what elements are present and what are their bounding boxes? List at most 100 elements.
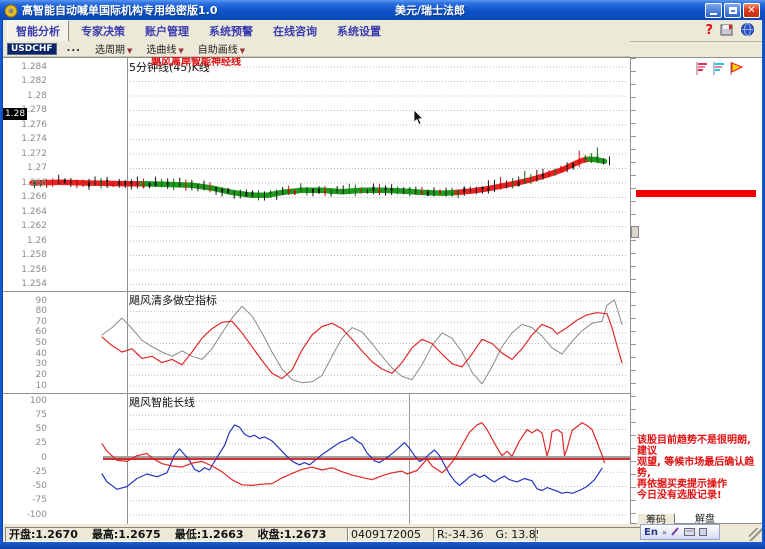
ohlc-readout: 开盘:1.2670 最高:1.2675 最低:1.2663 收盘:1.2673 — [5, 527, 349, 542]
y-axis-tick: 1.254 — [21, 279, 47, 289]
y-axis-tick: 50 — [35, 338, 47, 348]
globe-icon[interactable] — [741, 21, 754, 40]
signal-flags — [696, 60, 744, 79]
y-axis-tick: -100 — [26, 509, 47, 520]
advice-line: 今日没有选股记录! — [637, 490, 722, 501]
y-axis-tick: 1.264 — [21, 206, 47, 217]
chart-area[interactable]: 5分钟线(45)K线 飓风离岸智能神经线 飓风清多做空指标 飓风智能长线 1.2… — [3, 57, 630, 526]
status-spacer — [535, 527, 643, 542]
y-axis-tick: 1.26 — [26, 235, 47, 246]
high-value: 最高:1.2675 — [91, 528, 161, 541]
ruler-notch — [631, 226, 639, 238]
y-axis-tick: 75 — [35, 409, 47, 420]
language-bar[interactable]: En » — [640, 524, 720, 540]
status-bar: 开盘:1.2670 最高:1.2675 最低:1.2663 收盘:1.2673 … — [3, 524, 762, 543]
curve-dropdown[interactable]: 选曲线 ▼ — [146, 41, 183, 56]
menu-item-online[interactable]: 在线咨询 — [265, 21, 325, 41]
window-border — [0, 0, 3, 549]
y-axis-tick: 40 — [35, 348, 47, 359]
save-icon[interactable] — [720, 21, 734, 40]
maximize-button[interactable] — [724, 3, 741, 18]
language-indicator[interactable]: En — [644, 527, 658, 538]
y-axis-tick: 1.28 — [26, 90, 47, 101]
y-axis-tick: 1.266 — [21, 192, 47, 202]
oscillator-panel-title: 飓风清多做空指标 — [129, 294, 217, 307]
y-axis-tick: -25 — [32, 466, 47, 477]
signal-panel: 该股目前趋势不是很明朗, 建议 观望, 等候市场最后确认趋势, 再依据买卖提示操… — [630, 57, 762, 528]
options-icon[interactable] — [698, 526, 707, 539]
ruler — [631, 58, 636, 523]
minimize-button[interactable] — [705, 3, 722, 18]
y-axis-tick: 60 — [35, 327, 47, 338]
keyboard-icon[interactable] — [683, 526, 695, 539]
y-axis-tick: 1.262 — [21, 221, 47, 231]
title-bar: 高智能自动喊单国际机构专用绝密版1.0 美元/瑞士法郎 ✕ — [0, 0, 765, 20]
menu-item-settings[interactable]: 系统设置 — [329, 21, 389, 41]
app-window: 高智能自动喊单国际机构专用绝密版1.0 美元/瑞士法郎 ✕ 智能分析 专家决策 … — [0, 0, 765, 549]
advice-text: 该股目前趋势不是很明朗, 建议 观望, 等候市场最后确认趋势, 再依据买卖提示操… — [637, 435, 759, 501]
y-axis-tick: -50 — [32, 481, 47, 491]
y-axis-tick: -75 — [32, 495, 47, 506]
y-axis-tick: 1.272 — [21, 148, 47, 159]
menu-item-smart-analysis[interactable]: 智能分析 — [7, 19, 69, 42]
longline-panel-title: 飓风智能长线 — [129, 396, 195, 409]
chevron-down-icon: ▼ — [126, 47, 133, 55]
y-axis-tick: 90 — [35, 295, 47, 306]
y-axis-tick: 30 — [35, 359, 47, 370]
advice-line: 观望, 等候市场最后确认趋势, — [637, 457, 755, 479]
chevron-down-icon: ▼ — [178, 47, 184, 55]
oscillator-panel-svg — [3, 291, 630, 393]
longline-panel-svg — [3, 393, 630, 525]
resize-grip[interactable] — [749, 528, 762, 541]
advice-line: 该股目前趋势不是很明朗, 建议 — [637, 435, 751, 457]
y-axis-tick: 100 — [29, 395, 47, 406]
open-value: 开盘:1.2670 — [9, 528, 78, 541]
menu-item-account[interactable]: 账户管理 — [137, 21, 197, 41]
close-button[interactable]: ✕ — [743, 3, 760, 18]
flag-icon-cyan — [713, 60, 726, 79]
close-value: 收盘:1.2673 — [257, 528, 327, 541]
symbol-box[interactable]: USDCHF — [7, 42, 57, 55]
period-dropdown[interactable]: 选周期 ▼ — [95, 41, 132, 56]
menu-item-alert[interactable]: 系统预警 — [201, 21, 261, 41]
y-axis-tick: 80 — [35, 306, 47, 317]
g-value: G: 13.85 — [495, 528, 539, 541]
chevron-down-icon: ▼ — [239, 47, 246, 55]
y-axis-tick: 25 — [35, 438, 47, 449]
y-axis-tick: 1.274 — [21, 134, 47, 144]
more-button[interactable]: ... — [67, 43, 81, 54]
curve-dropdown-label: 选曲线 — [146, 45, 177, 56]
window-title: 高智能自动喊单国际机构专用绝密版1.0 — [22, 4, 218, 17]
draw-dropdown[interactable]: 自助画线 ▼ — [198, 41, 245, 56]
flag-icon-pink — [696, 60, 709, 79]
chevrons-icon[interactable]: » — [662, 528, 667, 537]
y-axis-tick: 70 — [35, 316, 47, 327]
y-axis-tick: 1.27 — [26, 163, 47, 173]
mouse-cursor — [413, 109, 425, 131]
menu-item-expert-decision[interactable]: 专家决策 — [73, 21, 133, 41]
help-icon[interactable]: ? — [705, 23, 713, 38]
y-axis-tick: 20 — [35, 369, 47, 380]
y-axis-tick: 1.276 — [21, 119, 47, 130]
chart-toolbar: USDCHF ... 选周期 ▼ 选曲线 ▼ 自助画线 ▼ — [3, 41, 630, 57]
current-price-tag: 1.28 — [3, 108, 28, 120]
app-icon — [4, 3, 18, 18]
flag-icon-pennant — [730, 60, 744, 79]
date-readout: 0409172005 — [347, 527, 437, 542]
window-border — [0, 542, 765, 549]
pair-title: 美元/瑞士法郎 — [395, 4, 466, 17]
y-axis-tick: 50 — [35, 424, 47, 434]
r-value: R:-34.36 — [437, 528, 484, 541]
y-axis-tick: 1.256 — [21, 264, 47, 275]
price-panel-svg — [29, 58, 628, 291]
y-axis-tick: 10 — [35, 380, 47, 391]
menu-bar: 智能分析 专家决策 账户管理 系统预警 在线咨询 系统设置 ? — [3, 19, 762, 42]
y-axis-tick: 0 — [41, 452, 47, 463]
advice-line: 再依据买卖提示操作 — [637, 479, 727, 490]
y-axis-tick: 1.268 — [21, 177, 47, 188]
y-axis-tick: 1.284 — [21, 61, 47, 72]
y-axis-tick: 1.258 — [21, 250, 47, 260]
low-value: 最低:1.2663 — [174, 528, 244, 541]
pen-icon[interactable] — [671, 526, 680, 539]
y-axis-tick: 1.282 — [21, 76, 47, 86]
